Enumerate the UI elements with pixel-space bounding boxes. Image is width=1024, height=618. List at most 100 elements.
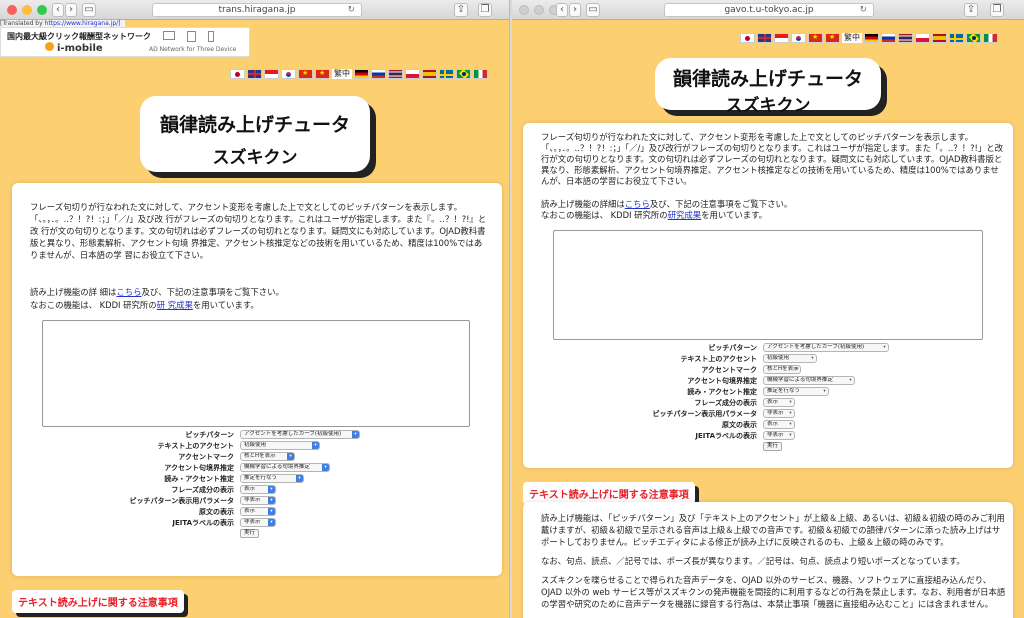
flag-german-icon[interactable] bbox=[354, 69, 369, 79]
back-button[interactable]: ‹ bbox=[556, 3, 568, 17]
tabs-icon[interactable]: ❐ bbox=[478, 3, 492, 17]
share-icon[interactable]: ⇪ bbox=[964, 3, 978, 17]
minimize-window-button[interactable] bbox=[22, 5, 32, 15]
form-select[interactable]: 表示 ▾ bbox=[763, 398, 795, 407]
form-select[interactable]: 表示 ▾ bbox=[763, 420, 795, 429]
form-select[interactable]: 初級使用 ▾ bbox=[763, 354, 817, 363]
flag-swedish-icon[interactable] bbox=[949, 33, 964, 43]
form-row: アクセント句境界推定 機械学習による句境界推定 ▾ bbox=[12, 462, 360, 473]
settings-form: ピッチパターン アクセントを考慮したカーブ(初級使用) ▾ テキスト上のアクセント 初級… bbox=[12, 429, 360, 539]
page-title: 韻律読み上げチュータ bbox=[672, 68, 863, 90]
flag-thai-icon[interactable] bbox=[898, 33, 913, 43]
research-link[interactable]: 研 究成果 bbox=[157, 300, 193, 310]
flag-spanish-icon[interactable] bbox=[422, 69, 437, 79]
flag-chinese-traditional-text[interactable]: 繁中 bbox=[842, 33, 862, 43]
form-select[interactable]: 表示 ▾ bbox=[240, 507, 276, 516]
form-row: 読み・アクセント推定 推定を行なう ▾ bbox=[523, 386, 889, 397]
flag-korean-icon[interactable] bbox=[281, 69, 296, 79]
flag-english-icon[interactable] bbox=[757, 33, 772, 43]
flag-japanese-icon[interactable] bbox=[740, 33, 755, 43]
sidebar-toggle-icon[interactable]: ▭ bbox=[82, 3, 96, 17]
flag-russian-icon[interactable] bbox=[881, 33, 896, 43]
title-box: 韻律読み上げチュータ スズキクン bbox=[140, 96, 370, 172]
form-select-value: 推定を行なう bbox=[244, 475, 278, 481]
form-select-value: 機械学習による句境界推定 bbox=[244, 464, 310, 470]
close-window-button[interactable] bbox=[7, 5, 17, 15]
form-select[interactable]: 機械学習による句境界推定 ▾ bbox=[763, 376, 855, 385]
flag-spanish-icon[interactable] bbox=[932, 33, 947, 43]
form-select[interactable]: 推定を行なう ▾ bbox=[763, 387, 829, 396]
research-link[interactable]: 研究成果 bbox=[668, 210, 702, 220]
flag-chinese-simplified-icon[interactable]: ★ bbox=[808, 33, 823, 43]
form-select[interactable]: 機械学習による句境界推定 ▾ bbox=[240, 463, 330, 472]
flag-japanese-icon[interactable] bbox=[230, 69, 245, 79]
flag-chinese-simplified-icon[interactable]: ★ bbox=[298, 69, 313, 79]
reload-icon[interactable]: ↻ bbox=[859, 4, 867, 16]
run-button[interactable]: 実行 bbox=[763, 442, 783, 451]
run-button[interactable]: 実行 bbox=[240, 529, 260, 538]
close-window-button[interactable] bbox=[519, 5, 529, 15]
flag-indonesian-icon[interactable] bbox=[774, 33, 789, 43]
translated-by-link[interactable]: https://www.hiragana.jp/ bbox=[45, 20, 119, 27]
flag-thai-icon[interactable] bbox=[388, 69, 403, 79]
address-bar[interactable]: trans.hiragana.jp ↻ bbox=[152, 3, 362, 17]
flag-chinese-traditional-text[interactable]: 繁中 bbox=[332, 69, 352, 79]
language-flags: ★ ★ 繁中 bbox=[230, 69, 488, 79]
form-select[interactable]: 表示 ▾ bbox=[240, 485, 276, 494]
flag-polish-icon[interactable] bbox=[405, 69, 420, 79]
chevron-down-icon: ▾ bbox=[789, 433, 792, 438]
form-select[interactable]: 核とHを表示 ▾ bbox=[240, 452, 295, 461]
form-select[interactable]: 非表示 ▾ bbox=[763, 431, 795, 440]
form-row: 原文の表示 表示 ▾ bbox=[12, 506, 360, 517]
flag-vietnamese-icon[interactable]: ★ bbox=[825, 33, 840, 43]
sidebar-toggle-icon[interactable]: ▭ bbox=[586, 3, 600, 17]
reload-icon[interactable]: ↻ bbox=[347, 4, 355, 16]
form-select[interactable]: 非表示 ▾ bbox=[240, 518, 276, 527]
flag-english-icon[interactable] bbox=[247, 69, 262, 79]
details-link[interactable]: こちら bbox=[625, 199, 650, 209]
form-select[interactable]: アクセントを考慮したカーブ(初級使用) ▾ bbox=[763, 343, 889, 352]
minimize-window-button[interactable] bbox=[534, 5, 544, 15]
form-select[interactable]: アクセントを考慮したカーブ(初級使用) ▾ bbox=[240, 430, 360, 439]
flag-swedish-icon[interactable] bbox=[439, 69, 454, 79]
form-select[interactable]: 推定を行なう ▾ bbox=[240, 474, 304, 483]
flag-portuguese-brazil-icon[interactable] bbox=[456, 69, 471, 79]
form-select[interactable]: 非表示 ▾ bbox=[763, 409, 795, 418]
forward-button[interactable]: › bbox=[569, 3, 581, 17]
zoom-window-button[interactable] bbox=[37, 5, 47, 15]
form-submit-row: 実行 bbox=[12, 528, 360, 539]
flag-german-icon[interactable] bbox=[864, 33, 879, 43]
form-row: 原文の表示 表示 ▾ bbox=[523, 419, 889, 430]
form-select-value: 表示 bbox=[767, 421, 779, 427]
form-select[interactable]: 初級使用 ▾ bbox=[240, 441, 320, 450]
flag-polish-icon[interactable] bbox=[915, 33, 930, 43]
flag-portuguese-brazil-icon[interactable] bbox=[966, 33, 981, 43]
tablet-icon bbox=[187, 31, 196, 42]
back-button[interactable]: ‹ bbox=[52, 3, 64, 17]
flag-vietnamese-icon[interactable]: ★ bbox=[315, 69, 330, 79]
form-select[interactable]: 核とHを表示 ▾ bbox=[763, 365, 801, 374]
tabs-icon[interactable]: ❐ bbox=[990, 3, 1004, 17]
flag-italian-icon[interactable] bbox=[473, 69, 488, 79]
forward-button[interactable]: › bbox=[65, 3, 77, 17]
share-icon[interactable]: ⇪ bbox=[454, 3, 468, 17]
address-bar[interactable]: gavo.t.u-tokyo.ac.jp ↻ bbox=[664, 3, 874, 17]
chevron-down-icon: ▾ bbox=[268, 519, 275, 526]
flag-russian-icon[interactable] bbox=[371, 69, 386, 79]
text-input-area[interactable] bbox=[553, 230, 983, 340]
form-row: JEITAラベルの表示 非表示 ▾ bbox=[523, 430, 889, 441]
form-label: アクセントマーク bbox=[178, 452, 234, 461]
details-link[interactable]: こちら bbox=[116, 287, 141, 297]
ad-banner[interactable]: 国内最大級クリック報酬型ネットワーク i-mobile AD Network f… bbox=[0, 27, 250, 57]
form-row: ピッチパターン アクセントを考慮したカーブ(初級使用) ▾ bbox=[523, 342, 889, 353]
flag-indonesian-icon[interactable] bbox=[264, 69, 279, 79]
form-select-value: 推定を行なう bbox=[767, 388, 801, 394]
left-browser-window: ‹ › ▭ trans.hiragana.jp ↻ ⇪ ❐ [Translate… bbox=[0, 0, 510, 618]
form-select[interactable]: 非表示 ▾ bbox=[240, 496, 276, 505]
flag-korean-icon[interactable] bbox=[791, 33, 806, 43]
kddi-paragraph: なおこの機能は、 KDDI 研究所の研究成果を用いています。 bbox=[541, 210, 768, 220]
text-input-area[interactable] bbox=[42, 320, 470, 427]
flag-italian-icon[interactable] bbox=[983, 33, 998, 43]
page-title: 韻律読み上げチュータ bbox=[159, 114, 350, 136]
form-select-value: 表示 bbox=[244, 486, 256, 492]
